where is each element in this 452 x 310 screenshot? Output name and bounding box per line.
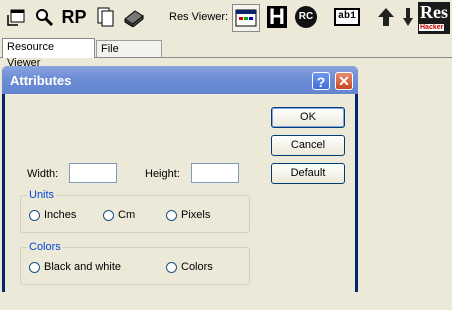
dialog-titlebar[interactable]: Attributes ? ✕ xyxy=(2,66,358,94)
units-group-title: Units xyxy=(27,189,57,201)
colors-bw-radio[interactable]: Black and white xyxy=(29,261,121,273)
toolbar: RP Res Viewer: H RC ab1 Res Hacker xyxy=(0,0,452,36)
units-inches-radio[interactable]: Inches xyxy=(29,209,76,221)
radio-circle xyxy=(166,261,177,273)
arrow-down-icon[interactable] xyxy=(402,5,414,29)
colors-color-label: Colors xyxy=(181,261,213,273)
logo-text-top: Res xyxy=(420,2,448,22)
radio-circle xyxy=(103,209,114,221)
height-field[interactable] xyxy=(191,163,239,183)
book-icon[interactable] xyxy=(122,5,146,29)
down-arrow-glyph xyxy=(403,8,413,26)
tab-bar: Resource Viewer File Browser xyxy=(0,38,452,71)
ok-button[interactable]: OK xyxy=(271,107,345,128)
cancel-button[interactable]: Cancel xyxy=(271,135,345,156)
copy-pages-icon[interactable] xyxy=(94,5,118,29)
res-viewer-label: Res Viewer: xyxy=(169,11,229,23)
colors-color-radio[interactable]: Colors xyxy=(166,261,213,273)
arrow-up-icon[interactable] xyxy=(374,5,398,29)
colors-group-title: Colors xyxy=(27,241,63,253)
h-icon[interactable]: H xyxy=(265,5,289,29)
width-field[interactable] xyxy=(69,163,117,183)
help-button[interactable]: ? xyxy=(312,72,330,90)
data-icon[interactable]: ab1 xyxy=(334,5,361,29)
units-pixels-label: Pixels xyxy=(181,209,211,221)
units-pixels-radio[interactable]: Pixels xyxy=(166,209,210,221)
magnifier-glyph xyxy=(36,9,54,27)
close-icon: ✕ xyxy=(338,73,350,89)
window-view-button[interactable] xyxy=(232,4,260,32)
width-label: Width: xyxy=(27,168,59,180)
pages-glyph xyxy=(97,7,114,27)
radio-circle xyxy=(29,261,40,273)
rc-icon-text: RC xyxy=(295,6,317,28)
dialog-title: Attributes xyxy=(10,73,72,88)
colors-bw-label: Black and white xyxy=(44,261,122,273)
h-icon-text: H xyxy=(267,4,287,29)
rc-icon[interactable]: RC xyxy=(294,5,318,29)
tab-file-browser[interactable]: File Browser xyxy=(96,40,162,71)
default-button[interactable]: Default xyxy=(271,163,345,184)
up-arrow-glyph xyxy=(378,8,394,26)
units-cm-radio[interactable]: Cm xyxy=(103,209,135,221)
logo-text-bottom: Hacker xyxy=(419,24,445,31)
dialog-body: OK Cancel Default Width: Height: Units I… xyxy=(5,94,355,292)
dialog-resource-icon[interactable] xyxy=(4,5,28,29)
search-icon[interactable] xyxy=(32,5,56,29)
tab-resource-viewer[interactable]: Resource Viewer xyxy=(2,38,95,69)
radio-circle xyxy=(29,209,40,221)
height-label: Height: xyxy=(145,168,180,180)
help-icon: ? xyxy=(316,74,326,90)
units-group: Units Inches Cm Pixels xyxy=(20,189,250,233)
window-icon xyxy=(235,9,257,27)
colors-group: Colors Black and white Colors xyxy=(20,241,250,285)
units-inches-label: Inches xyxy=(44,209,77,221)
book-glyph xyxy=(124,10,144,27)
rp-icon-text: RP xyxy=(61,6,87,27)
reshacker-logo: Res Hacker xyxy=(418,2,450,34)
data-icon-text: ab1 xyxy=(334,8,361,26)
units-cm-label: Cm xyxy=(118,209,136,221)
close-button[interactable]: ✕ xyxy=(335,72,353,90)
dialog-icon-glyph xyxy=(7,9,25,26)
rp-icon[interactable]: RP xyxy=(60,5,88,29)
attributes-dialog: Attributes ? ✕ OK Cancel Default Width: … xyxy=(2,66,358,292)
radio-circle xyxy=(166,209,177,221)
